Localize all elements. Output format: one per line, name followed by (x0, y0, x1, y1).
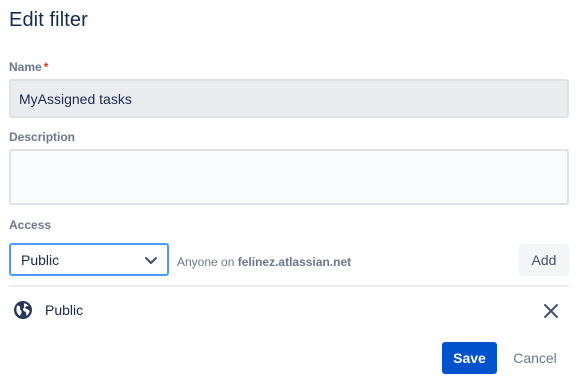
dialog-title: Edit filter (9, 9, 88, 31)
required-marker: * (43, 60, 49, 74)
name-label: Name * (9, 60, 48, 74)
close-icon[interactable] (542, 302, 560, 320)
edit-filter-dialog: Edit filter Name * MyAssigned tasks Descr… (0, 0, 584, 386)
access-entry: Public (9, 296, 569, 324)
access-entry-label: Public (45, 302, 84, 318)
access-select-value: Public (21, 251, 60, 268)
access-hint-prefix: Anyone on (177, 255, 235, 269)
access-label: Access (9, 218, 52, 232)
access-select[interactable]: Public (9, 243, 169, 276)
chevron-down-icon (145, 256, 157, 264)
description-label: Description (9, 130, 76, 144)
name-label-text: Name (9, 60, 42, 74)
access-hint-domain: felinez.atlassian.net (237, 255, 352, 269)
description-textarea[interactable] (9, 149, 569, 205)
globe-icon (14, 301, 32, 319)
cancel-button[interactable]: Cancel (505, 342, 565, 374)
access-hint: Anyone on felinez.atlassian.net (177, 255, 351, 269)
name-input-value: MyAssigned tasks (19, 90, 132, 107)
divider (9, 285, 569, 287)
add-button[interactable]: Add (519, 244, 569, 276)
save-button[interactable]: Save (442, 342, 497, 374)
name-input[interactable]: MyAssigned tasks (9, 79, 569, 118)
